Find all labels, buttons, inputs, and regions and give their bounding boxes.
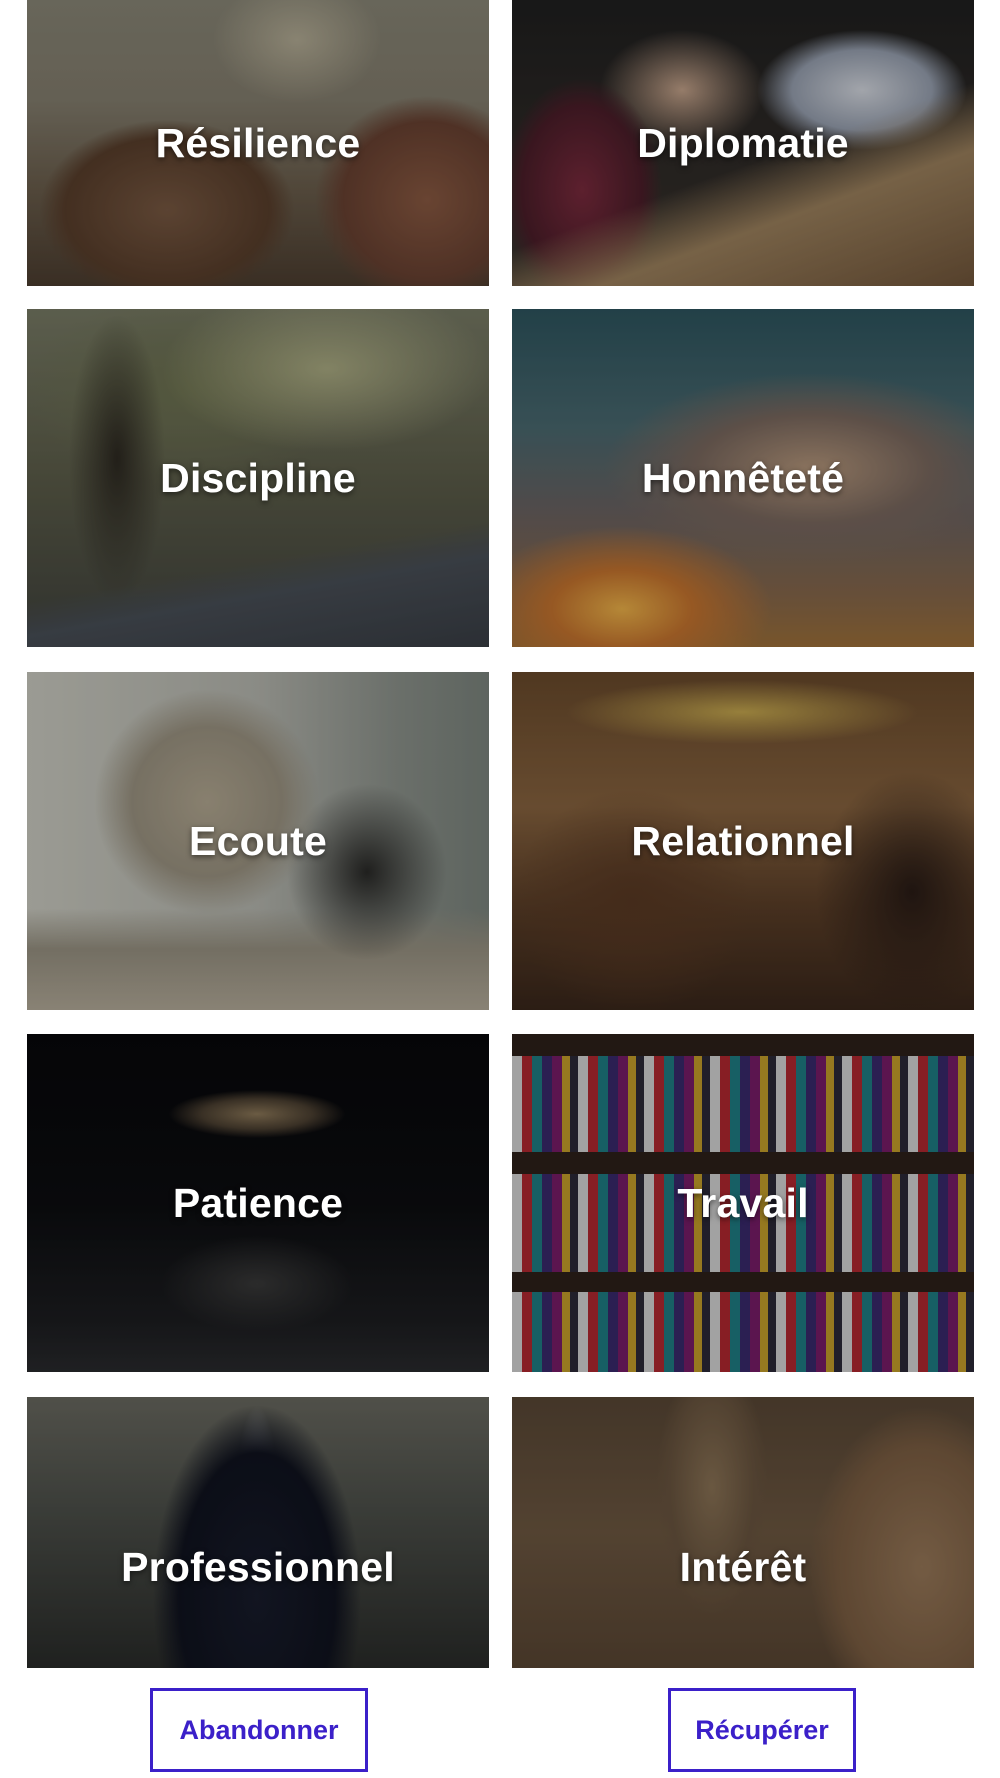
tile-label: Discipline [160,454,356,501]
tile-label: Professionnel [121,1544,395,1590]
recover-button[interactable]: Récupérer [668,1688,856,1772]
tile-patience[interactable]: Patience [27,1034,489,1372]
tile-interet[interactable]: Intérêt [512,1397,974,1668]
abandon-button[interactable]: Abandonner [150,1688,368,1772]
tile-label: Diplomatie [637,119,849,166]
tile-label: Résilience [155,119,361,166]
tile-ecoute[interactable]: Ecoute [27,672,489,1010]
tile-label: Relationnel [631,817,855,864]
tile-honnetete[interactable]: Honnêteté [512,309,974,647]
tile-label: Honnêteté [641,454,845,501]
tile-travail[interactable]: Travail [512,1034,974,1372]
tile-label: Ecoute [189,817,327,864]
tile-relationnel[interactable]: Relationnel [512,672,974,1010]
tile-professionnel[interactable]: Professionnel [27,1397,489,1668]
tile-label: Patience [172,1179,344,1226]
tile-resilience[interactable]: Résilience [27,0,489,286]
tile-label: Travail [677,1179,809,1226]
tile-diplomatie[interactable]: Diplomatie [512,0,974,286]
tile-discipline[interactable]: Discipline [27,309,489,647]
tile-label: Intérêt [679,1544,807,1590]
